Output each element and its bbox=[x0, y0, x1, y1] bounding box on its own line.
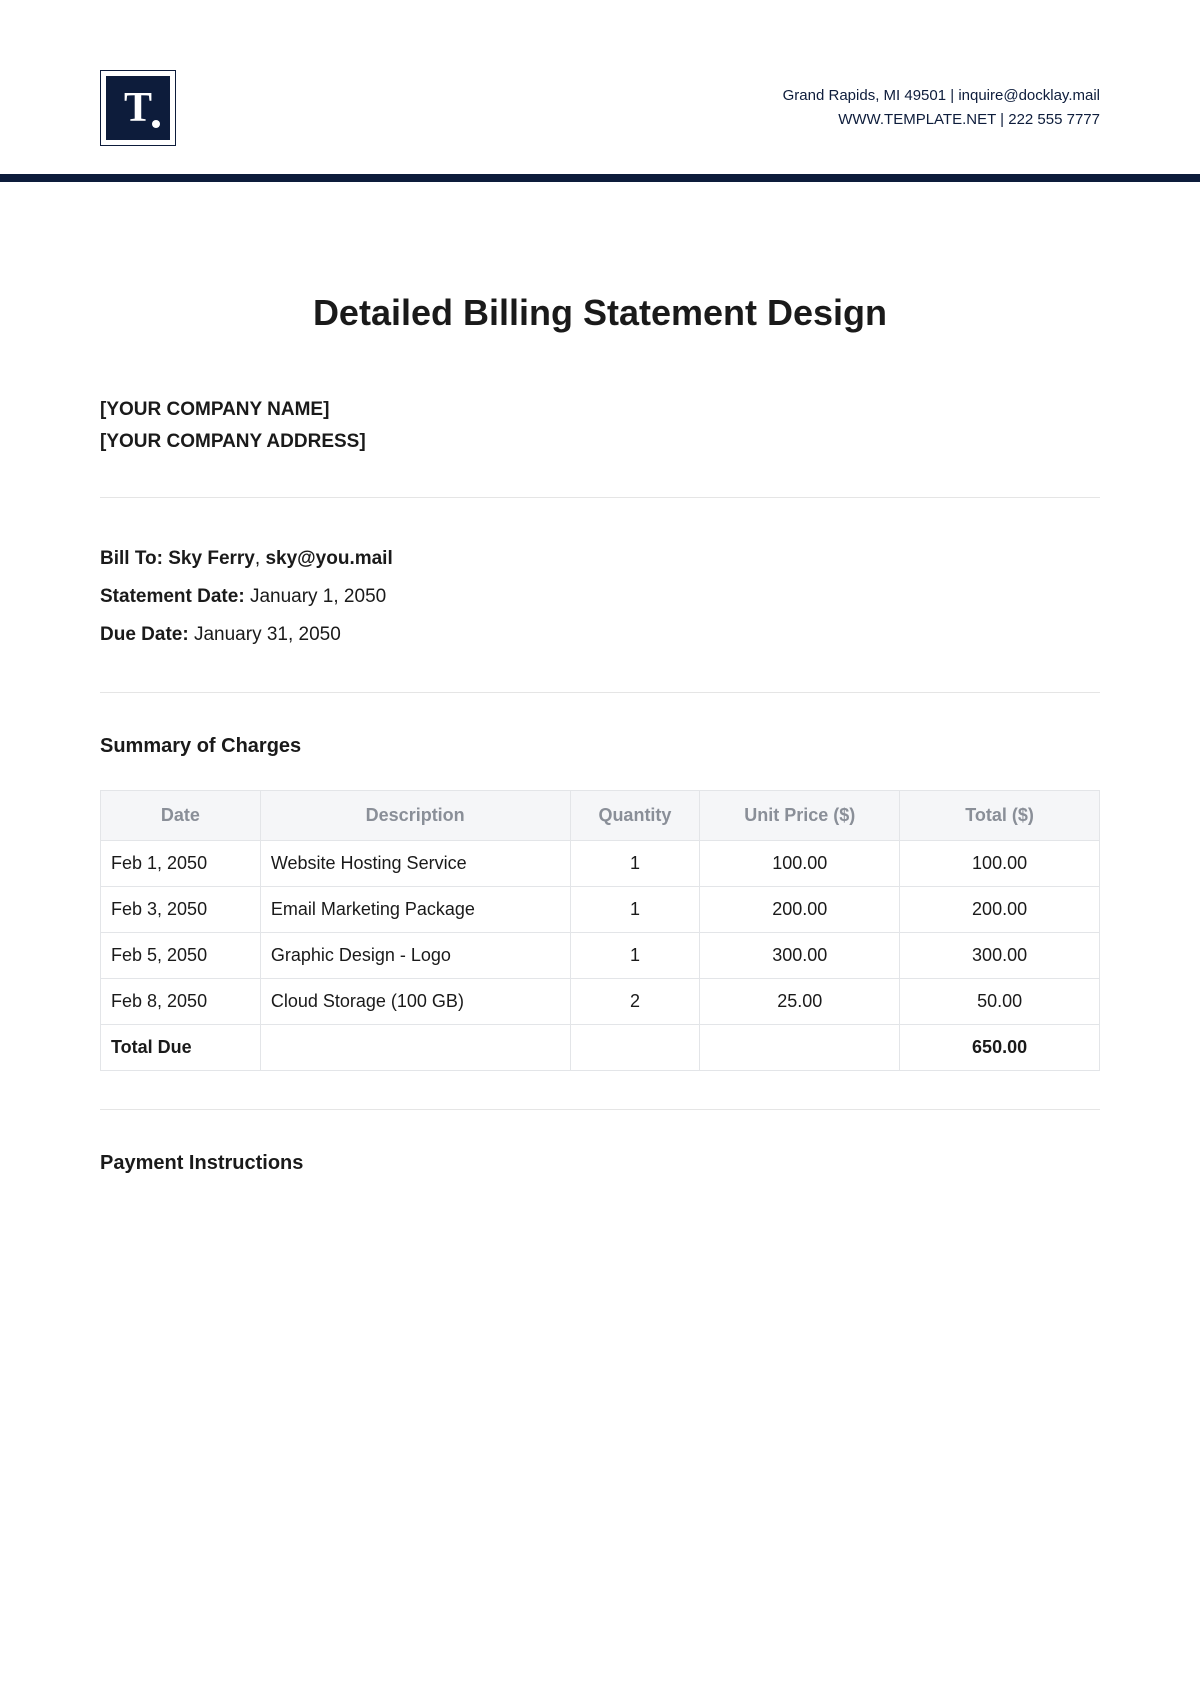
bill-to-email: sky@you.mail bbox=[265, 548, 392, 569]
header-row: T Grand Rapids, MI 49501 | inquire@dockl… bbox=[100, 70, 1100, 146]
contact-email: inquire@docklay.mail bbox=[958, 87, 1100, 104]
logo-letter-icon: T bbox=[124, 87, 152, 129]
contact-city: Grand Rapids, MI 49501 bbox=[783, 87, 946, 104]
divider-3 bbox=[100, 1109, 1100, 1110]
due-date-label: Due Date: bbox=[100, 624, 189, 645]
total-due-value: 650.00 bbox=[900, 1024, 1100, 1070]
table-total-row: Total Due 650.00 bbox=[101, 1024, 1100, 1070]
company-address: [YOUR COMPANY ADDRESS] bbox=[100, 426, 1100, 458]
bill-info-section: Bill To: Sky Ferry, sky@you.mail Stateme… bbox=[100, 540, 1100, 654]
cell-description: Graphic Design - Logo bbox=[260, 932, 570, 978]
bill-to-name: Sky Ferry bbox=[168, 548, 255, 569]
cell-empty bbox=[570, 1024, 700, 1070]
charges-table: Date Description Quantity Unit Price ($)… bbox=[100, 790, 1100, 1071]
th-total: Total ($) bbox=[900, 790, 1100, 840]
table-row: Feb 8, 2050 Cloud Storage (100 GB) 2 25.… bbox=[101, 978, 1100, 1024]
cell-unit-price: 25.00 bbox=[700, 978, 900, 1024]
page-title: Detailed Billing Statement Design bbox=[100, 292, 1100, 334]
cell-quantity: 1 bbox=[570, 932, 700, 978]
contact-line-1: Grand Rapids, MI 49501 | inquire@docklay… bbox=[783, 84, 1100, 108]
statement-date-label: Statement Date: bbox=[100, 586, 245, 607]
th-unit-price: Unit Price ($) bbox=[700, 790, 900, 840]
contact-block: Grand Rapids, MI 49501 | inquire@docklay… bbox=[783, 84, 1100, 132]
cell-unit-price: 100.00 bbox=[700, 840, 900, 886]
cell-description: Cloud Storage (100 GB) bbox=[260, 978, 570, 1024]
table-row: Feb 5, 2050 Graphic Design - Logo 1 300.… bbox=[101, 932, 1100, 978]
cell-unit-price: 200.00 bbox=[700, 886, 900, 932]
page-container: T Grand Rapids, MI 49501 | inquire@dockl… bbox=[0, 0, 1200, 1175]
bill-to-label: Bill To: bbox=[100, 548, 163, 569]
separator: | bbox=[946, 87, 958, 104]
cell-empty bbox=[700, 1024, 900, 1070]
header-divider bbox=[0, 174, 1200, 182]
cell-total: 50.00 bbox=[900, 978, 1100, 1024]
cell-unit-price: 300.00 bbox=[700, 932, 900, 978]
cell-date: Feb 5, 2050 bbox=[101, 932, 261, 978]
logo-dot-icon bbox=[152, 120, 160, 128]
th-date: Date bbox=[101, 790, 261, 840]
cell-date: Feb 1, 2050 bbox=[101, 840, 261, 886]
company-block: [YOUR COMPANY NAME] [YOUR COMPANY ADDRES… bbox=[100, 394, 1100, 459]
due-date-value: January 31, 2050 bbox=[194, 624, 341, 645]
cell-quantity: 1 bbox=[570, 886, 700, 932]
contact-website: WWW.TEMPLATE.NET bbox=[838, 111, 996, 128]
statement-date-line: Statement Date: January 1, 2050 bbox=[100, 578, 1100, 616]
comma: , bbox=[255, 548, 266, 569]
table-header-row: Date Description Quantity Unit Price ($)… bbox=[101, 790, 1100, 840]
cell-date: Feb 8, 2050 bbox=[101, 978, 261, 1024]
statement-date-value: January 1, 2050 bbox=[250, 586, 386, 607]
cell-empty bbox=[260, 1024, 570, 1070]
table-row: Feb 3, 2050 Email Marketing Package 1 20… bbox=[101, 886, 1100, 932]
contact-phone: 222 555 7777 bbox=[1008, 111, 1100, 128]
due-date-line: Due Date: January 31, 2050 bbox=[100, 616, 1100, 654]
cell-description: Website Hosting Service bbox=[260, 840, 570, 886]
contact-line-2: WWW.TEMPLATE.NET | 222 555 7777 bbox=[783, 108, 1100, 132]
cell-description: Email Marketing Package bbox=[260, 886, 570, 932]
th-quantity: Quantity bbox=[570, 790, 700, 840]
separator: | bbox=[996, 111, 1008, 128]
logo-box: T bbox=[106, 76, 170, 140]
total-due-label: Total Due bbox=[101, 1024, 261, 1070]
cell-total: 200.00 bbox=[900, 886, 1100, 932]
bill-to-line: Bill To: Sky Ferry, sky@you.mail bbox=[100, 540, 1100, 578]
logo: T bbox=[100, 70, 176, 146]
cell-quantity: 2 bbox=[570, 978, 700, 1024]
cell-date: Feb 3, 2050 bbox=[101, 886, 261, 932]
table-row: Feb 1, 2050 Website Hosting Service 1 10… bbox=[101, 840, 1100, 886]
company-name: [YOUR COMPANY NAME] bbox=[100, 394, 1100, 426]
divider-2 bbox=[100, 692, 1100, 693]
payment-heading: Payment Instructions bbox=[100, 1152, 1100, 1175]
cell-total: 300.00 bbox=[900, 932, 1100, 978]
th-description: Description bbox=[260, 790, 570, 840]
cell-total: 100.00 bbox=[900, 840, 1100, 886]
divider-1 bbox=[100, 497, 1100, 498]
summary-heading: Summary of Charges bbox=[100, 735, 1100, 758]
cell-quantity: 1 bbox=[570, 840, 700, 886]
